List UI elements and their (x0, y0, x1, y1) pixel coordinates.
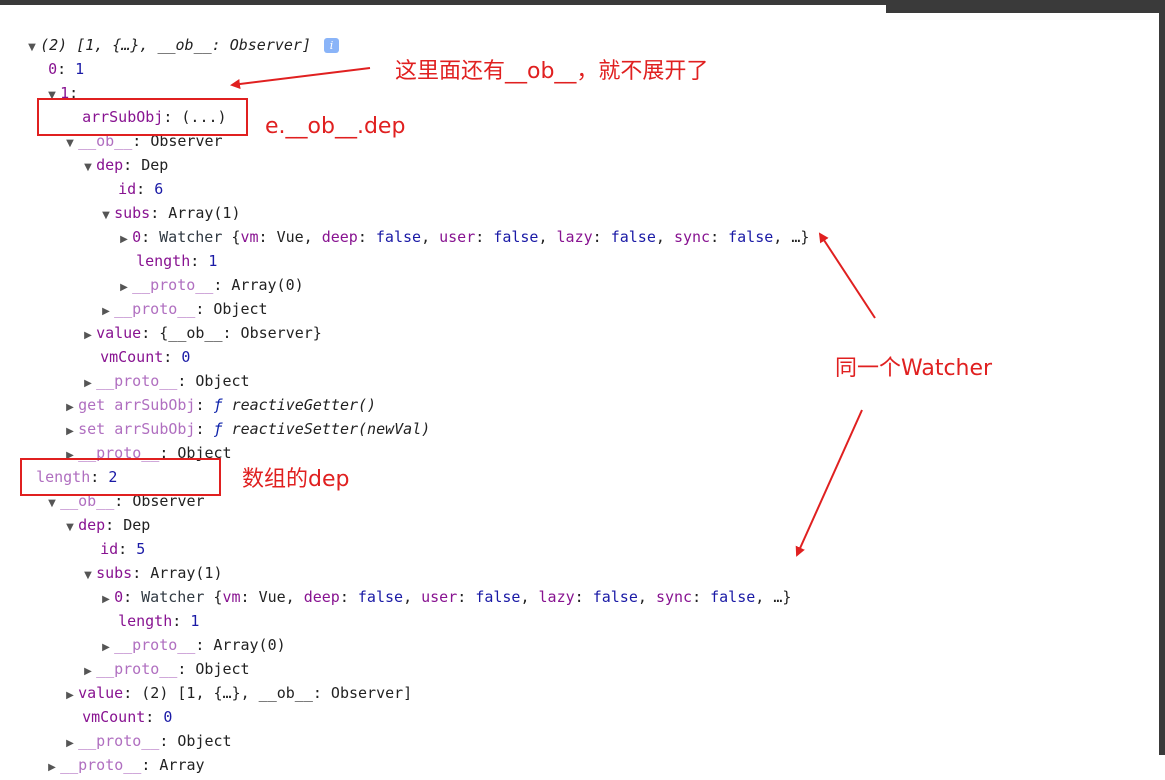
annotation-arrows (230, 67, 876, 557)
expand-right-icon[interactable]: ▶ (48, 756, 60, 780)
arrow-to-watcher-inner (818, 232, 876, 319)
arrow-to-watcher-array (795, 409, 863, 557)
arrow-to-arrsubobj (230, 67, 371, 89)
